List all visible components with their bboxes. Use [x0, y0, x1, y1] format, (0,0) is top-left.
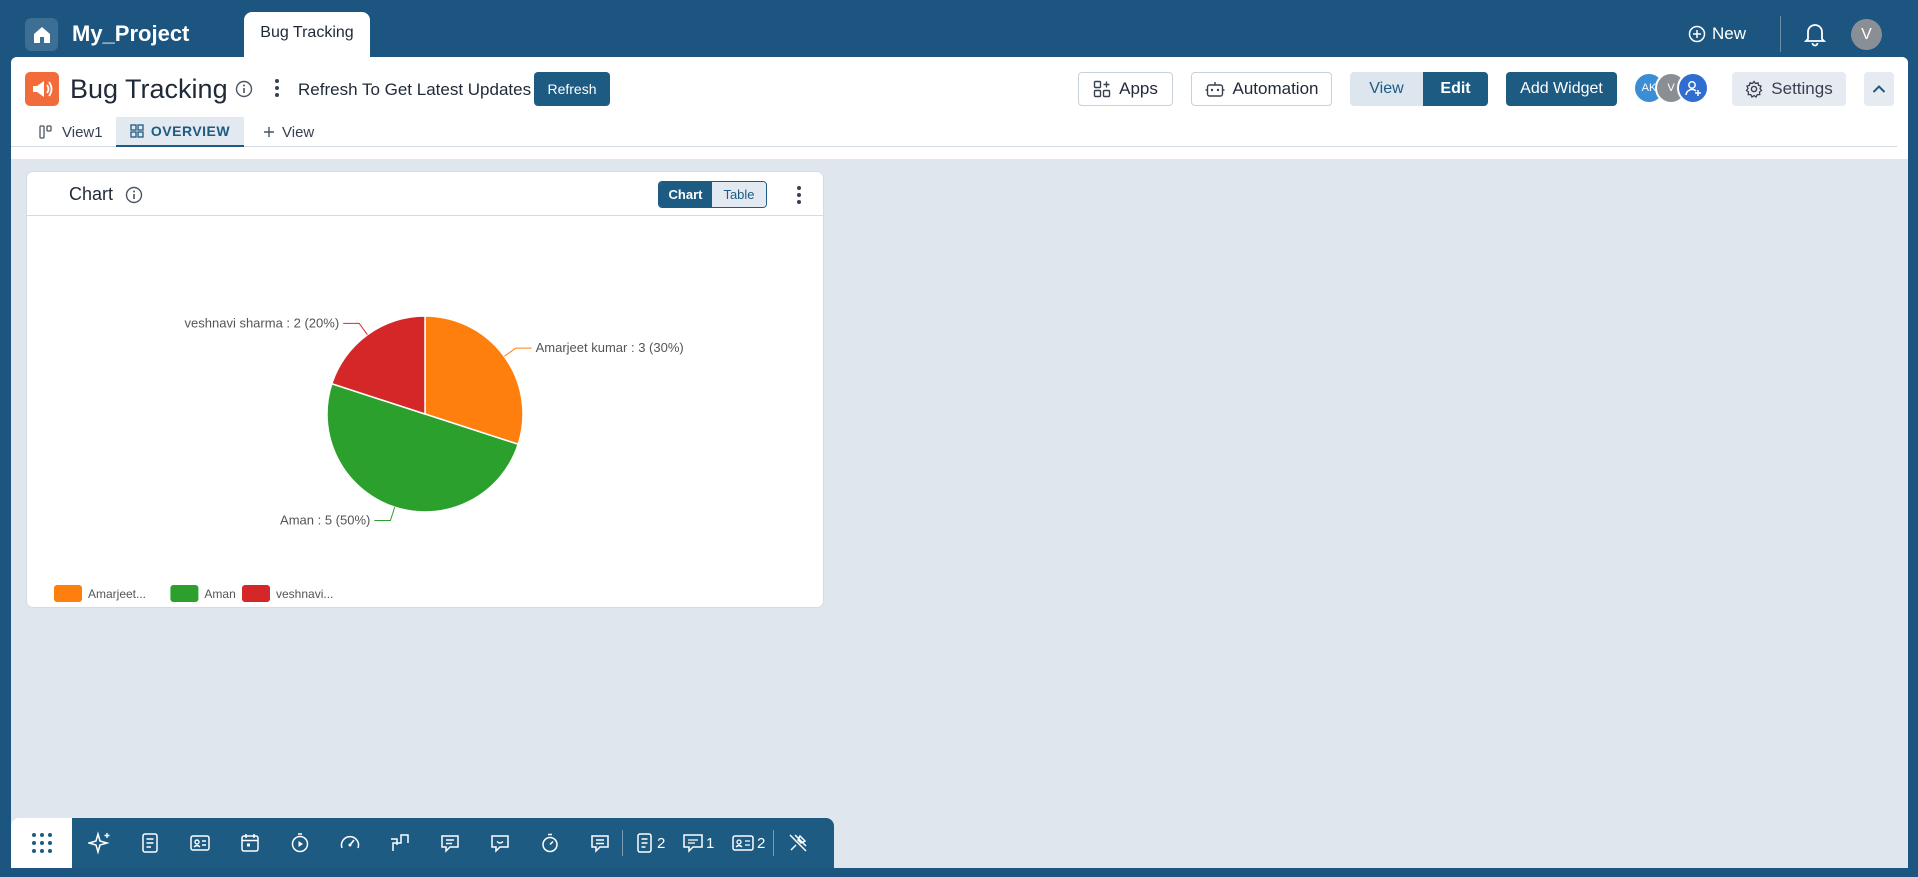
megaphone-icon — [25, 72, 59, 106]
tab-overview[interactable]: OVERVIEW — [116, 117, 244, 147]
view-mode-button[interactable]: View — [1350, 72, 1423, 106]
message-icon[interactable] — [438, 831, 462, 855]
view-icon — [39, 125, 52, 139]
pie-data-label: veshnavi sharma : 2 (20%) — [185, 315, 340, 330]
settings-button[interactable]: Settings — [1732, 72, 1846, 106]
project-name[interactable]: My_Project — [72, 21, 189, 47]
calendar-icon[interactable] — [238, 831, 262, 855]
plus-icon — [264, 127, 274, 137]
document-icon[interactable] — [138, 831, 162, 855]
apps-button[interactable]: Apps — [1078, 72, 1173, 106]
more-options-icon[interactable] — [273, 78, 281, 98]
legend-label[interactable]: veshnavi... — [276, 587, 333, 601]
chat-flow-icon[interactable] — [388, 831, 412, 855]
tab-view1[interactable]: View1 — [39, 117, 103, 147]
tab-bug-tracking[interactable]: Bug Tracking — [244, 12, 370, 58]
edit-mode-button[interactable]: Edit — [1423, 72, 1488, 106]
legend-swatch[interactable] — [170, 585, 199, 602]
add-widget-button[interactable]: Add Widget — [1506, 72, 1617, 106]
user-avatar[interactable]: V — [1851, 19, 1882, 50]
comment-icon[interactable] — [588, 831, 612, 855]
home-icon — [33, 26, 50, 43]
chat-bubble-icon[interactable] — [488, 831, 512, 855]
bottom-dock: 2 1 2 — [72, 818, 834, 868]
info-icon[interactable] — [125, 186, 143, 204]
apps-grid-icon — [1093, 80, 1111, 98]
page-title: Bug Tracking — [70, 74, 228, 104]
id-card-icon[interactable] — [188, 831, 212, 855]
bell-icon[interactable] — [1803, 21, 1827, 47]
cards-count-button[interactable]: 2 — [731, 831, 765, 855]
unpin-dock-button[interactable] — [787, 831, 809, 855]
plus-circle-icon — [1688, 25, 1706, 43]
chart-toggle-button[interactable]: Chart — [659, 182, 712, 207]
home-button[interactable] — [25, 18, 58, 51]
add-user-icon — [1685, 81, 1701, 96]
grid-dots-icon — [31, 833, 52, 853]
new-label: New — [1712, 24, 1747, 43]
pie-data-label: Aman : 5 (50%) — [280, 513, 370, 528]
automation-button[interactable]: Automation — [1191, 72, 1332, 106]
document-icon — [637, 833, 652, 853]
page-header: Bug Tracking Refresh To Get Latest Updat… — [11, 57, 1908, 159]
dock-divider — [622, 830, 623, 856]
comments-count: 1 — [706, 834, 715, 852]
legend-label[interactable]: Amarjeet... — [88, 587, 146, 601]
chart-table-toggle: Chart Table — [658, 181, 767, 208]
pie-leader-line — [343, 322, 368, 336]
legend-label[interactable]: Aman — [204, 587, 235, 601]
add-view-button[interactable]: View — [263, 117, 314, 147]
main-panel: Bug Tracking Refresh To Get Latest Updat… — [11, 57, 1908, 868]
unpin-icon — [789, 834, 807, 852]
view-edit-toggle: View Edit — [1350, 72, 1488, 106]
chevron-up-icon — [1872, 85, 1886, 93]
cards-count: 2 — [757, 834, 766, 852]
pie-data-label: Amarjeet kumar : 3 (30%) — [536, 340, 684, 355]
documents-count: 2 — [657, 834, 666, 852]
id-card-icon — [732, 835, 754, 851]
pie-chart: Amarjeet kumar : 3 (30%) Aman : 5 (50%) ve… — [54, 315, 684, 602]
legend-swatch[interactable] — [54, 585, 82, 602]
top-bar: My_Project Bug Tracking New V — [0, 0, 1918, 58]
ai-sparkle-icon[interactable] — [88, 831, 112, 855]
robot-icon — [1205, 82, 1224, 97]
new-button[interactable]: New — [1688, 22, 1746, 46]
refresh-button[interactable]: Refresh — [534, 72, 610, 106]
view-tabs: View1 OVERVIEW View — [11, 117, 1897, 147]
play-circle-icon[interactable] — [288, 831, 312, 855]
add-view-label: View — [282, 123, 315, 141]
refresh-hint: Refresh To Get Latest Updates — [298, 80, 532, 99]
documents-count-button[interactable]: 2 — [635, 831, 665, 855]
app-launcher-button[interactable] — [11, 818, 72, 868]
gauge-icon[interactable] — [338, 831, 362, 855]
pie-leader-line — [503, 347, 532, 357]
widget-menu-icon[interactable] — [795, 185, 803, 205]
widget-title: Chart — [69, 184, 114, 204]
comments-count-button[interactable]: 1 — [682, 831, 714, 855]
settings-label: Settings — [1771, 79, 1833, 98]
add-member-button[interactable] — [1677, 72, 1709, 104]
comment-icon — [683, 834, 703, 853]
gear-icon — [1745, 80, 1763, 98]
chart-widget: Chart Chart Table Amarjeet kumar : 3 (30… — [26, 171, 824, 608]
legend-swatch[interactable] — [242, 585, 270, 602]
collapse-header-button[interactable] — [1864, 72, 1894, 106]
dashboard-icon — [130, 124, 144, 138]
tab-view1-label: View1 — [62, 123, 103, 141]
table-toggle-button[interactable]: Table — [712, 182, 766, 207]
automation-label: Automation — [1232, 79, 1319, 98]
info-icon[interactable] — [235, 80, 253, 98]
timer-icon[interactable] — [538, 831, 562, 855]
apps-label: Apps — [1119, 79, 1158, 98]
dock-divider — [773, 830, 774, 856]
pie-leader-line — [374, 507, 396, 522]
widget-header: Chart Chart Table — [27, 172, 823, 216]
tab-overview-label: OVERVIEW — [150, 123, 231, 139]
divider — [1780, 16, 1781, 52]
